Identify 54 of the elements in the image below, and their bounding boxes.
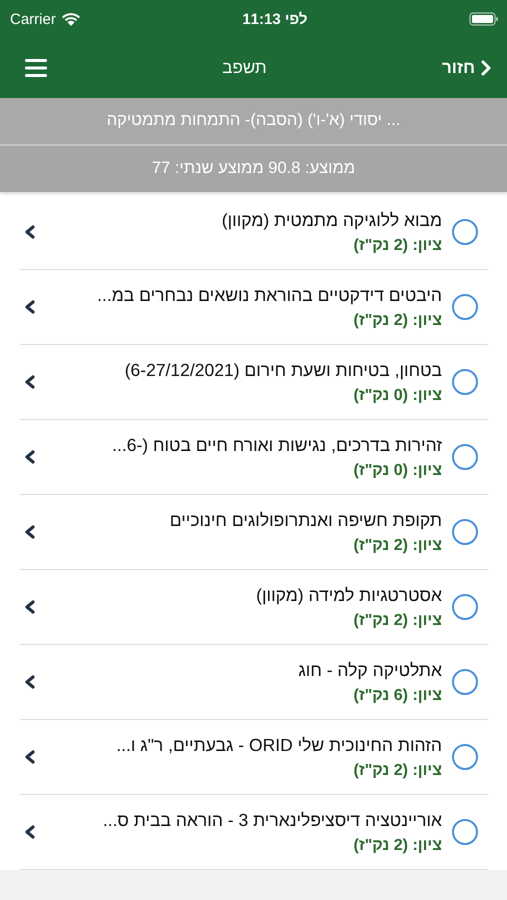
radio-button[interactable] xyxy=(452,669,478,695)
chevron-icon xyxy=(24,599,36,615)
course-title: אסטרטגיות למידה (מקוון) xyxy=(255,584,442,606)
course-row[interactable]: בטחון, בטיחות ושעת חירום (6-27/12/2021) ציון: (0 נק"ז) xyxy=(20,345,488,420)
back-button[interactable]: חזור xyxy=(442,58,491,78)
course-grade: ציון: (2 נק"ז) xyxy=(352,612,442,630)
screen-title: תשפב xyxy=(222,58,267,78)
course-header: ... יסודי (א'-ו') (הסבה)- התמחות מתמטיקה xyxy=(0,98,507,146)
clock-time: 11:13 לפי xyxy=(242,10,308,28)
course-row[interactable]: זהירות בדרכים, נגישות ואורח חיים בטוח (-6... ציון: (0 נק"ז) xyxy=(20,420,488,495)
course-grade: ציון: (0 נק"ז) xyxy=(352,386,442,404)
menu-icon[interactable] xyxy=(25,59,47,77)
course-row[interactable]: הזהות החינוכית שלי ORID - גבעתיים, ר"ג ו... ציון: (2 נק"ז) xyxy=(20,720,488,795)
chevron-icon xyxy=(24,524,36,540)
course-title: תקופת חשיפה ואנתרופולוגים חינוכיים xyxy=(168,510,442,530)
chevron-icon xyxy=(24,299,36,315)
average-summary: ממוצע: 90.8 ממוצע שנתי: 77 xyxy=(0,146,507,192)
course-row[interactable]: תקופת חשיפה ואנתרופולוגים חינוכיים ציון: (2 נק"ז) xyxy=(20,495,488,570)
course-grade: ציון: (6 נק"ז) xyxy=(352,686,442,704)
course-title: היבטים דידקטיים בהוראת נושאים נבחרים במ... xyxy=(96,284,442,306)
radio-button[interactable] xyxy=(452,744,478,770)
course-row[interactable]: היבטים דידקטיים בהוראת נושאים נבחרים במ... ציון: (2 נק"ז) xyxy=(20,270,488,345)
course-grade: ציון: (2 נק"ז) xyxy=(352,236,442,254)
carrier-name: Carrier xyxy=(10,10,56,28)
course-grade: ציון: (2 נק"ז) xyxy=(352,836,442,854)
course-grade: ציון: (2 נק"ז) xyxy=(352,536,442,554)
radio-button[interactable] xyxy=(452,294,478,320)
course-grade: ציון: (2 נק"ז) xyxy=(352,762,442,780)
course-row[interactable]: אסטרטגיות למידה (מקוון) ציון: (2 נק"ז) xyxy=(20,570,488,645)
course-title: בטחון, בטיחות ושעת חירום (6-27/12/2021) xyxy=(124,360,442,380)
chevron-icon xyxy=(24,824,36,840)
radio-button[interactable] xyxy=(452,369,478,395)
course-title: זהירות בדרכים, נגישות ואורח חיים בטוח (-6... xyxy=(111,434,442,456)
wifi-icon xyxy=(60,12,81,26)
chevron-icon xyxy=(24,224,36,240)
radio-button[interactable] xyxy=(452,444,478,470)
radio-button[interactable] xyxy=(452,519,478,545)
course-grade: ציון: (0 נק"ז) xyxy=(352,462,442,480)
course-title: אוריינטציה דיסציפלינארית 3 - הוראה בבית ס... xyxy=(102,810,442,830)
chevron-icon xyxy=(24,374,36,390)
chevron-icon xyxy=(481,60,491,76)
chevron-icon xyxy=(24,674,36,690)
course-row[interactable]: אתלטיקה קלה - חוג ציון: (6 נק"ז) xyxy=(20,645,488,720)
radio-button[interactable] xyxy=(452,219,478,245)
radio-button[interactable] xyxy=(452,819,478,845)
course-grade: ציון: (2 נק"ז) xyxy=(352,312,442,330)
course-title: אתלטיקה קלה - חוג xyxy=(297,660,442,680)
chevron-icon xyxy=(24,749,36,765)
course-row[interactable]: מבוא ללוגיקה מתמטית (מקוון) ציון: (2 נק"ז) xyxy=(20,195,488,270)
radio-button[interactable] xyxy=(452,594,478,620)
course-title: מבוא ללוגיקה מתמטית (מקוון) xyxy=(220,210,442,230)
chevron-icon xyxy=(24,449,36,465)
course-title: הזהות החינוכית שלי ORID - גבעתיים, ר"ג ו... xyxy=(115,734,442,756)
battery-icon xyxy=(468,12,499,26)
